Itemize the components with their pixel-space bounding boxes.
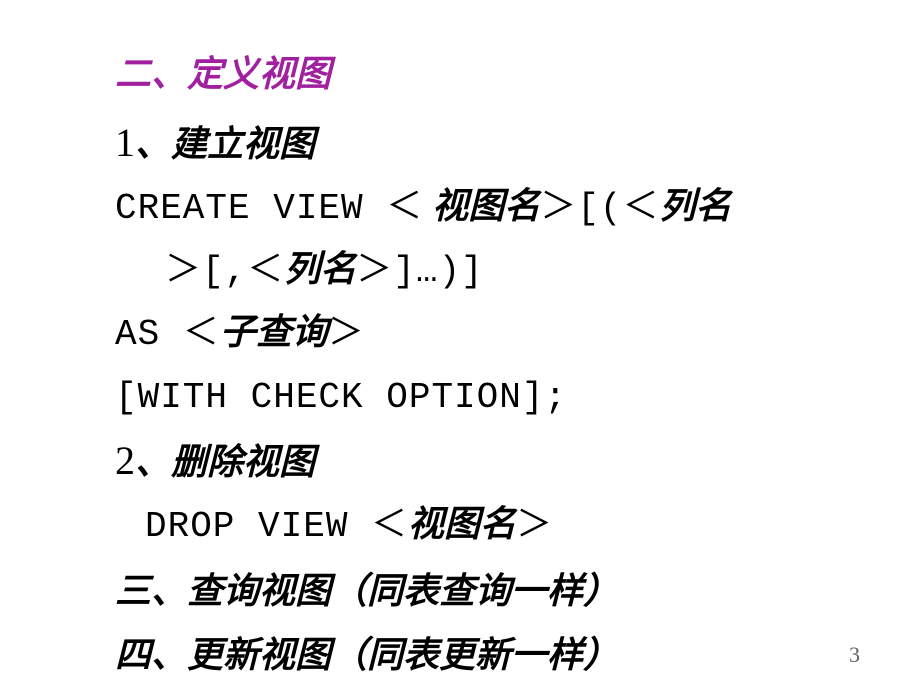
section-4-title: 四、更新视图（同表更新一样） (115, 628, 845, 682)
syntax-text: CREATE VIEW ＜ (115, 188, 423, 229)
item-1-number: 1 (115, 120, 135, 165)
page-number: 3 (849, 642, 860, 668)
syntax-param: 子查询 (220, 312, 328, 352)
item-1-sep: 、 (135, 124, 171, 164)
item-2-header: 2、删除视图 (115, 431, 845, 491)
syntax-param: 视图名 (423, 186, 540, 226)
create-view-line2: ＞[,＜列名＞]…)] (115, 242, 845, 299)
syntax-param: 列名 (284, 249, 356, 289)
item-2-label: 删除视图 (171, 442, 315, 482)
item-2-number: 2 (115, 438, 135, 483)
item-2-sep: 、 (135, 442, 171, 482)
syntax-text: ＞ (516, 506, 553, 547)
syntax-text: ＞[(＜ (540, 188, 659, 229)
syntax-text: [WITH CHECK OPTION]; (115, 377, 567, 418)
syntax-text: ＞ (328, 314, 365, 355)
syntax-text: ＞[,＜ (165, 251, 284, 292)
drop-view-line: DROP VIEW ＜视图名＞ (115, 497, 845, 554)
item-1-header: 1、建立视图 (115, 113, 845, 173)
syntax-text: DROP VIEW ＜ (145, 506, 408, 547)
item-1-label: 建立视图 (171, 124, 315, 164)
syntax-param: 列名 (659, 186, 731, 226)
section-2-title: 二、定义视图 (115, 45, 845, 97)
create-view-line3: AS ＜子查询＞ (115, 305, 845, 362)
syntax-text: ＞]…)] (356, 251, 483, 292)
syntax-text: AS ＜ (115, 314, 220, 355)
create-view-line4: [WITH CHECK OPTION]; (115, 368, 845, 425)
syntax-param: 视图名 (408, 504, 516, 544)
section-3-title: 三、查询视图（同表查询一样） (115, 564, 845, 618)
create-view-line1: CREATE VIEW ＜ 视图名＞[(＜列名 (115, 179, 845, 236)
